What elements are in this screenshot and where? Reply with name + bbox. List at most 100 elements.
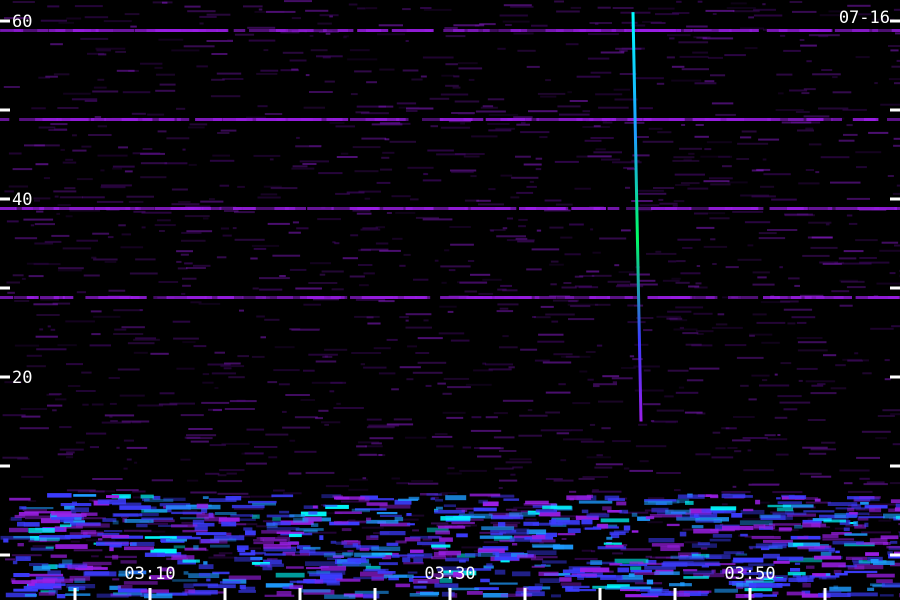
- low-band-dash: [33, 566, 51, 571]
- interference-line: [816, 296, 825, 299]
- noise-dash: [243, 5, 263, 8]
- x-tick: [523, 588, 527, 600]
- noise-dash: [863, 483, 888, 486]
- noise-dash: [643, 369, 651, 372]
- noise-dash: [55, 398, 67, 401]
- low-band-dash: [631, 512, 638, 517]
- low-band-dash: [551, 594, 561, 598]
- low-band-dash: [443, 504, 456, 508]
- noise-dash: [594, 466, 613, 469]
- noise-dash: [457, 113, 475, 115]
- interference-line: [507, 118, 525, 121]
- noise-dash: [568, 318, 595, 321]
- noise-dash: [488, 188, 496, 191]
- noise-dash: [744, 47, 758, 50]
- noise-dash: [794, 284, 800, 287]
- noise-dash: [629, 355, 635, 358]
- x-tick: [673, 588, 677, 600]
- low-band-dash: [607, 498, 625, 502]
- noise-dash: [448, 269, 456, 272]
- noise-dash: [349, 275, 365, 278]
- noise-dash: [810, 475, 832, 478]
- low-band-dash: [436, 506, 443, 510]
- noise-dash: [587, 155, 612, 158]
- noise-dash: [696, 333, 704, 335]
- noise-dash: [86, 432, 107, 435]
- low-band-dash: [721, 493, 746, 499]
- noise-dash: [642, 403, 661, 406]
- noise-dash: [783, 49, 801, 52]
- noise-dash: [650, 22, 666, 24]
- noise-dash: [157, 130, 167, 133]
- noise-dash: [278, 383, 290, 386]
- low-band-dash: [663, 561, 694, 566]
- noise-dash: [123, 529, 152, 532]
- noise-dash: [6, 220, 19, 223]
- noise-dash: [799, 39, 805, 41]
- low-band-dash: [788, 577, 814, 583]
- low-band-dash: [55, 544, 88, 549]
- noise-dash: [498, 487, 503, 489]
- noise-dash: [497, 303, 519, 306]
- noise-dash: [26, 365, 46, 368]
- noise-dash: [382, 151, 395, 154]
- noise-dash: [565, 43, 579, 46]
- noise-dash: [350, 93, 358, 96]
- noise-dash: [219, 469, 245, 472]
- low-band-dash: [709, 538, 731, 542]
- low-band-dash: [28, 528, 55, 533]
- noise-dash: [737, 142, 769, 145]
- noise-dash: [96, 200, 124, 203]
- noise-dash: [184, 262, 193, 265]
- noise-dash: [582, 110, 591, 113]
- interference-line: [153, 296, 168, 299]
- noise-dash: [283, 492, 302, 495]
- noise-dash: [685, 343, 702, 346]
- noise-dash: [742, 437, 768, 439]
- noise-dash: [696, 265, 701, 267]
- interference-line: [284, 207, 296, 210]
- low-band-dash: [238, 590, 256, 593]
- interference-line: [453, 29, 465, 32]
- low-band-dash: [683, 576, 709, 579]
- noise-dash: [246, 428, 265, 431]
- noise-dash: [679, 326, 684, 329]
- noise-dash: [329, 390, 335, 393]
- interference-line: [201, 207, 211, 210]
- noise-dash: [642, 140, 674, 143]
- noise-dash: [188, 428, 213, 430]
- noise-dash: [169, 402, 195, 405]
- noise-dash: [878, 519, 892, 522]
- low-band-dash: [45, 546, 54, 549]
- noise-dash: [445, 84, 459, 87]
- noise-dash: [154, 66, 163, 69]
- low-band-dash: [330, 540, 337, 544]
- low-band-dash: [50, 554, 67, 558]
- noise-dash: [527, 409, 533, 412]
- noise-dash: [198, 302, 221, 305]
- noise-dash: [43, 177, 50, 180]
- interference-line: [396, 118, 406, 121]
- noise-dash: [28, 275, 44, 278]
- interference-line: [833, 296, 844, 299]
- noise-dash: [499, 14, 528, 17]
- noise-dash: [82, 517, 106, 520]
- noise-dash: [510, 473, 516, 476]
- interference-line: [664, 207, 677, 210]
- low-band-dash: [365, 568, 389, 571]
- noise-dash: [838, 139, 855, 142]
- low-band-dash: [755, 543, 787, 549]
- noise-dash: [783, 308, 813, 311]
- noise-dash: [324, 80, 335, 83]
- interference-line: [242, 207, 254, 210]
- noise-dash: [771, 198, 797, 201]
- noise-dash: [874, 82, 878, 85]
- noise-dash: [842, 108, 867, 111]
- noise-dash: [291, 329, 320, 331]
- noise-dash: [682, 247, 693, 249]
- noise-dash: [592, 489, 599, 491]
- low-band-dash: [403, 562, 424, 565]
- noise-dash: [282, 426, 311, 429]
- y-tick-right: [890, 286, 900, 290]
- noise-dash: [112, 165, 135, 168]
